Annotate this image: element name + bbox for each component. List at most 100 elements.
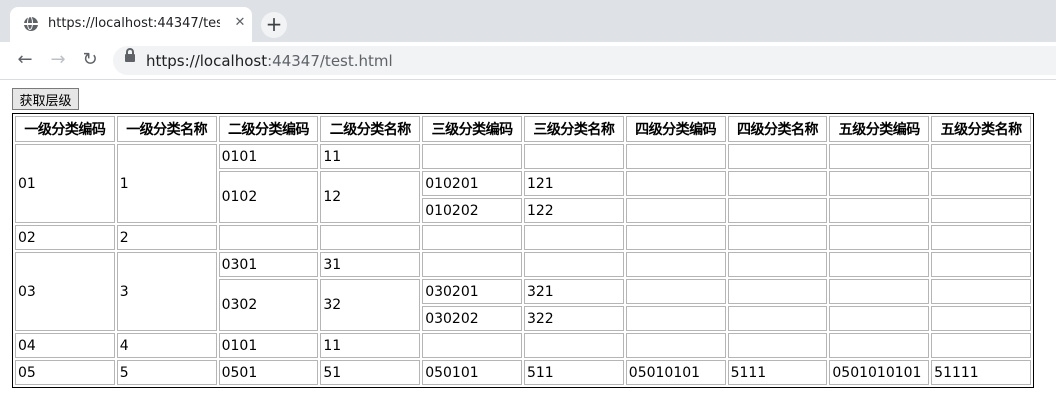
column-header: 一级分类编码 — [15, 116, 115, 142]
table-cell: 1 — [116, 144, 217, 223]
page-content: 获取层级 一级分类编码 一级分类名称 二级分类编码 二级分类名称 三级分类编码 三级分类名… — [0, 80, 1056, 401]
table-cell — [727, 171, 828, 196]
table-cell — [422, 252, 522, 277]
column-header: 二级分类名称 — [320, 116, 421, 142]
header-row: 一级分类编码 一级分类名称 二级分类编码 二级分类名称 三级分类编码 三级分类名称 四级分类… — [15, 116, 1031, 142]
table-cell: 3 — [116, 252, 217, 331]
table-cell — [829, 171, 930, 196]
table-cell — [931, 279, 1031, 304]
table-cell: 010202 — [422, 198, 522, 223]
column-header: 一级分类名称 — [116, 116, 217, 142]
tab-strip: https://localhost:44347/test.html ✕ + — [0, 0, 1056, 42]
table-cell: 050101 — [422, 360, 522, 385]
table-cell — [625, 252, 726, 277]
table-cell — [625, 306, 726, 331]
table-cell — [829, 306, 930, 331]
column-header: 五级分类编码 — [829, 116, 930, 142]
table-cell — [727, 333, 828, 358]
table-row: 02 2 — [15, 225, 1031, 250]
table-cell: 122 — [523, 198, 624, 223]
address-bar[interactable]: https://localhost:44347/test.html — [113, 46, 1056, 75]
table-cell: 05 — [15, 360, 115, 385]
table-cell: 0302 — [218, 279, 319, 331]
table-cell — [829, 198, 930, 223]
url-path: :44347/test.html — [267, 52, 393, 70]
tab-title: https://localhost:44347/test.html — [48, 16, 220, 31]
table-cell: 322 — [523, 306, 624, 331]
table-cell: 4 — [116, 333, 217, 358]
url-host: https://localhost — [146, 52, 268, 70]
get-level-button[interactable]: 获取层级 — [12, 88, 79, 110]
table-cell — [727, 252, 828, 277]
table-cell — [727, 225, 828, 250]
table-cell: 01 — [15, 144, 115, 223]
table-cell — [422, 144, 522, 169]
back-icon[interactable]: ← — [15, 50, 35, 70]
table-row: 03 3 0301 31 — [15, 252, 1031, 331]
table-cell: 030201 — [422, 279, 522, 304]
browser-tab[interactable]: https://localhost:44347/test.html ✕ — [10, 7, 252, 42]
table-cell — [829, 225, 930, 250]
table-cell — [523, 144, 624, 169]
table-cell: 05010101 — [625, 360, 726, 385]
table-cell — [422, 225, 522, 250]
table-row: 05 5 0501 51 050101 511 05010101 5111 0501010101… — [15, 360, 1031, 385]
globe-icon — [23, 16, 39, 31]
table-cell: 511 — [523, 360, 624, 385]
table-cell: 0501010101 — [829, 360, 930, 385]
table-body: 01 1 0101 11 0102 12 010201 121 010202 122 02 2 03 3 0… — [15, 144, 1031, 385]
column-header: 五级分类名称 — [931, 116, 1031, 142]
table-cell: 321 — [523, 279, 624, 304]
table-cell — [931, 198, 1031, 223]
close-icon[interactable]: ✕ — [232, 15, 248, 31]
table-cell — [320, 225, 421, 250]
table-cell — [523, 225, 624, 250]
browser-toolbar: ← → ↻ https://localhost:44347/test.html — [0, 42, 1056, 80]
table-cell: 0102 — [218, 171, 319, 223]
table-cell — [931, 252, 1031, 277]
table-cell — [625, 171, 726, 196]
table-cell — [625, 198, 726, 223]
table-cell: 2 — [116, 225, 217, 250]
table-cell: 11 — [320, 333, 421, 358]
table-cell: 02 — [15, 225, 115, 250]
table-cell: 03 — [15, 252, 115, 331]
table-cell: 11 — [320, 144, 421, 169]
table-cell — [523, 252, 624, 277]
table-cell: 0301 — [218, 252, 319, 277]
table-cell: 51111 — [931, 360, 1031, 385]
table-cell — [931, 333, 1031, 358]
column-header: 二级分类编码 — [218, 116, 319, 142]
lock-icon[interactable] — [125, 48, 135, 62]
table-cell — [422, 333, 522, 358]
table-cell — [829, 279, 930, 304]
table-cell — [931, 144, 1031, 169]
table-cell — [625, 225, 726, 250]
table-cell — [931, 306, 1031, 331]
table-cell: 51 — [320, 360, 421, 385]
column-header: 三级分类编码 — [422, 116, 522, 142]
new-tab-button[interactable]: + — [261, 12, 287, 38]
table-cell — [625, 279, 726, 304]
table-cell: 32 — [320, 279, 421, 331]
table-cell: 04 — [15, 333, 115, 358]
table-cell: 030202 — [422, 306, 522, 331]
forward-icon[interactable]: → — [48, 50, 68, 70]
category-table: 一级分类编码 一级分类名称 二级分类编码 二级分类名称 三级分类编码 三级分类名称 四级分类… — [12, 113, 1034, 388]
table-cell: 12 — [320, 171, 421, 223]
table-cell — [829, 252, 930, 277]
table-cell: 5111 — [727, 360, 828, 385]
table-cell: 31 — [320, 252, 421, 277]
table-cell: 0101 — [218, 333, 319, 358]
table-cell — [727, 144, 828, 169]
table-cell — [931, 225, 1031, 250]
table-row: 04 4 0101 11 — [15, 333, 1031, 358]
table-cell — [829, 144, 930, 169]
table-cell: 0501 — [218, 360, 319, 385]
table-cell: 5 — [116, 360, 217, 385]
table-cell: 0101 — [218, 144, 319, 169]
table-cell — [625, 333, 726, 358]
reload-icon[interactable]: ↻ — [80, 50, 100, 70]
table-cell: 121 — [523, 171, 624, 196]
table-cell — [218, 225, 319, 250]
